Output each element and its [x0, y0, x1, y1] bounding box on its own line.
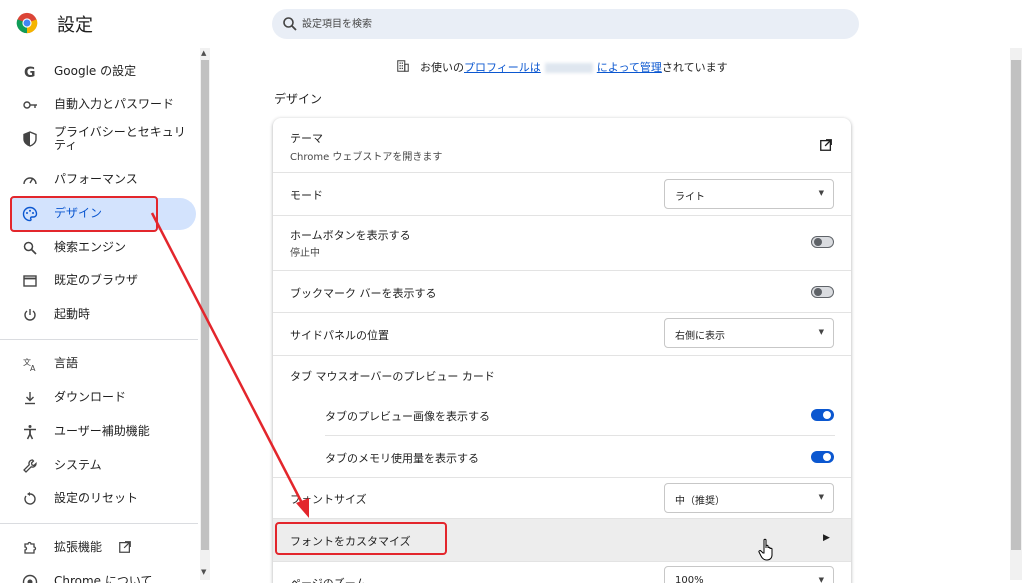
sidebar-item-accessibility[interactable]: ユーザー補助機能 [10, 416, 196, 448]
setting-row-bookmark-bar[interactable]: ブックマーク バーを表示する [273, 271, 851, 312]
design-settings-card: テーマ Chrome ウェブストアを開きます モード ライト ▼ ホームボタンを… [273, 118, 851, 583]
accessibility-icon [24, 425, 36, 440]
translate-icon: 文A [23, 357, 36, 372]
open-in-new-icon[interactable] [819, 138, 833, 152]
setting-row-tab-preview-image[interactable]: タブのプレビュー画像を表示する [273, 394, 851, 435]
open-in-new-icon [119, 541, 131, 553]
setting-row-mode: モード ライト ▼ [273, 173, 851, 215]
redacted-org-name [544, 63, 593, 73]
profile-link[interactable]: プロフィールは [464, 61, 541, 74]
sidebar-item-privacy[interactable]: プライバシーとセキュリティ [10, 123, 196, 155]
font-size-select[interactable]: 中（推奨） ▼ [664, 483, 834, 513]
svg-text:G: G [24, 65, 36, 80]
svg-text:A: A [30, 364, 36, 372]
puzzle-icon [24, 541, 37, 554]
sidebar-item-search-engine[interactable]: 検索エンジン [10, 232, 196, 264]
managed-profile-notice: お使いのプロフィールは によって管理されています [420, 61, 728, 74]
sidebar-nav: G Google の設定 自動入力とパスワード プライバシーとセキュリティ パフ… [0, 46, 212, 583]
sidebar-item-reset[interactable]: 設定のリセット [10, 483, 196, 515]
header: 設定 [0, 0, 1024, 46]
setting-row-theme[interactable]: テーマ Chrome ウェブストアを開きます [273, 118, 851, 172]
sidebar-item-google[interactable]: G Google の設定 [10, 56, 196, 88]
setting-row-tab-memory[interactable]: タブのメモリ使用量を表示する [273, 436, 851, 477]
annotation-box-customize-fonts [275, 522, 447, 555]
shield-icon [23, 131, 37, 147]
gauge-icon [23, 177, 37, 185]
key-icon [23, 101, 37, 109]
managed-by-link[interactable]: によって管理 [597, 61, 662, 74]
dropdown-caret-icon: ▼ [818, 493, 824, 501]
setting-row-side-panel: サイドパネルの位置 右側に表示 ▼ [273, 313, 851, 355]
sidebar-item-downloads[interactable]: ダウンロード [10, 382, 196, 414]
section-title: デザイン [274, 92, 323, 106]
scroll-up-arrow-icon[interactable]: ▲ [201, 49, 206, 57]
sidebar-item-on-startup[interactable]: 起動時 [10, 299, 196, 331]
chrome-icon [22, 574, 38, 583]
annotation-box-design [10, 196, 158, 232]
sidebar-divider [0, 523, 198, 524]
download-icon [25, 392, 35, 405]
search-box[interactable] [272, 9, 859, 39]
home-button-toggle[interactable] [811, 236, 834, 248]
sidebar-divider [0, 339, 198, 340]
page-title: 設定 [57, 15, 93, 36]
bookmark-bar-toggle[interactable] [811, 286, 834, 298]
chrome-logo-icon [16, 12, 38, 34]
page-zoom-select[interactable]: 100% ▼ [664, 566, 834, 583]
dropdown-caret-icon: ▼ [818, 328, 824, 336]
browser-window-icon [23, 275, 37, 287]
sidebar-item-system[interactable]: システム [10, 450, 196, 482]
sidebar-item-autofill[interactable]: 自動入力とパスワード [10, 89, 196, 121]
search-input[interactable] [302, 14, 842, 34]
setting-row-tab-hover-card: タブ マウスオーバーのプレビュー カード [290, 370, 495, 383]
setting-row-home-button[interactable]: ホームボタンを表示する 停止中 [273, 216, 851, 270]
sidebar-scrollbar-thumb[interactable] [201, 60, 209, 550]
setting-row-font-size: フォントサイズ 中（推奨） ▼ [273, 478, 851, 518]
power-icon [24, 309, 36, 321]
tab-memory-toggle[interactable] [811, 451, 834, 463]
sidebar-item-about-chrome[interactable]: Chrome について [10, 566, 196, 583]
wrench-icon [23, 459, 37, 473]
setting-row-page-zoom: ページのズーム 100% ▼ [273, 562, 851, 583]
building-icon [397, 60, 409, 72]
dropdown-caret-icon: ▼ [818, 576, 824, 583]
hand-cursor-icon [758, 538, 773, 561]
sidebar-item-languages[interactable]: 文A 言語 [10, 348, 196, 380]
search-icon [283, 17, 297, 31]
reset-icon [24, 492, 36, 505]
scroll-down-arrow-icon[interactable]: ▼ [201, 568, 206, 576]
main-scrollbar-thumb[interactable] [1011, 60, 1021, 550]
search-icon [23, 241, 37, 255]
tab-preview-image-toggle[interactable] [811, 409, 834, 421]
dropdown-caret-icon: ▼ [818, 189, 824, 197]
sidebar-item-extensions[interactable]: 拡張機能 [10, 532, 196, 564]
mode-select[interactable]: ライト ▼ [664, 179, 834, 209]
side-panel-select[interactable]: 右側に表示 ▼ [664, 318, 834, 348]
sidebar-item-default-browser[interactable]: 既定のブラウザ [10, 265, 196, 297]
chevron-right-icon: ▶ [823, 533, 830, 543]
google-icon: G [24, 65, 36, 80]
sidebar-item-performance[interactable]: パフォーマンス [10, 164, 196, 196]
